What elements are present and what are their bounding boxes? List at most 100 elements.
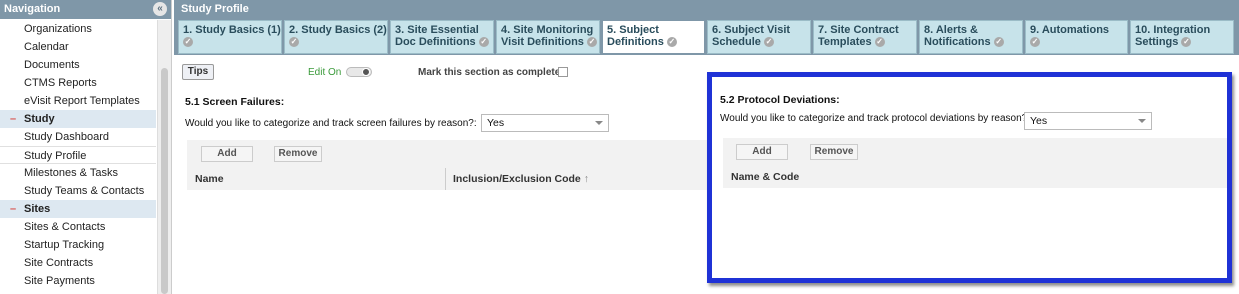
tab-label: 10. Integration [1135,24,1211,36]
screen-failures-remove-button[interactable]: Remove [274,146,322,162]
tab-label-line2: Settings ✓ [1135,36,1229,48]
sidebar-item-milestones-tasks[interactable]: Milestones & Tasks [0,164,156,182]
tab-label-line1: 4. Site Monitoring [501,24,595,36]
tab-label: 3. Site Essential [395,24,479,36]
tab-8[interactable]: 8. Alerts & Notifications ✓ [919,20,1023,54]
screen-failures-add-button[interactable]: Add [201,146,253,162]
tab-label: 4. Site Monitoring [501,24,594,36]
collapse-section-icon[interactable]: – [10,110,24,128]
sidebar-item-site-contracts[interactable]: Site Contracts [0,254,156,272]
tips-button[interactable]: Tips [182,64,214,80]
collapse-section-icon[interactable]: – [10,200,24,218]
collapse-sidebar-icon[interactable]: « [153,2,167,16]
toggle-knob [362,68,370,76]
screen-failures-select-value: Yes [487,117,505,129]
tab-label-line1: 3. Site Essential [395,24,489,36]
tab-label: 1. Study Basics (1) [183,24,281,36]
tab-label-sub: Visit Definitions [501,36,584,48]
sidebar-item-calendar[interactable]: Calendar [0,38,156,56]
tab-label: 5. Subject [607,24,659,36]
checkmark-icon: ✓ [666,37,677,48]
sidebar-section-label: Sites [24,203,51,215]
sidebar-section-label: Study [24,113,55,125]
sidebar-section-sites[interactable]: – Sites [0,200,156,218]
tab-label-sub: Settings [1135,36,1179,48]
tab-label-line2: ✓ [183,36,277,48]
screen-failures-title: 5.1 Screen Failures: [185,96,285,108]
tab-7[interactable]: 7. Site Contract Templates ✓ [813,20,917,54]
tab-label-line2: Doc Definitions ✓ [395,36,489,48]
sidebar-item-sites-contacts[interactable]: Sites & Contacts [0,218,156,236]
highlight-annotation-box [707,72,1232,283]
tab-label: 9. Automations [1030,24,1110,36]
edit-toggle[interactable] [346,67,372,77]
nav-list: Organizations Calendar Documents CTMS Repor… [0,20,156,290]
checkmark-icon: ✓ [1030,37,1040,48]
tab-label-sub: Templates [818,36,872,48]
edit-on-label: Edit On [308,67,342,78]
sort-ascending-icon: ↑ [583,173,589,185]
tab-label-line1: 2. Study Basics (2) [289,24,387,36]
sidebar-item-startup-tracking[interactable]: Startup Tracking [0,236,156,254]
tab-label-line2: Definitions ✓ [607,36,700,48]
tab-label-sub: Definitions [607,36,664,48]
tab-9[interactable]: 9. Automations ✓ [1025,20,1128,54]
column-separator [445,168,446,190]
navigation-sidebar: Navigation « Organizations Calendar Docume… [0,0,172,294]
tab-label-line1: 9. Automations [1030,24,1123,36]
tab-label-line1: 8. Alerts & [924,24,1018,36]
tab-label: 8. Alerts & [924,24,979,36]
sidebar-item-study-profile[interactable]: Study Profile [0,146,156,164]
tab-label-line2: ✓ [289,36,383,48]
scrollbar-thumb[interactable] [161,68,168,294]
main-panel: Study Profile 1. Study Basics (1) ✓ 2. Stu… [174,0,1239,294]
checkmark-icon: ✓ [478,37,489,48]
tab-label-line1: 6. Subject Visit [712,24,806,36]
tab-label-line1: 7. Site Contract [818,24,912,36]
tab-5[interactable]: 5. Subject Definitions ✓ [602,20,705,54]
tab-label-sub: Doc Definitions [395,36,476,48]
tab-bar: 1. Study Basics (1) ✓ 2. Study Basics (2) ✓… [174,19,1239,55]
column-code-label: Inclusion/Exclusion Code [453,173,581,185]
tab-label-line2: Visit Definitions ✓ [501,36,597,48]
tab-6[interactable]: 6. Subject Visit Schedule ✓ [707,20,811,54]
chevron-down-icon [595,121,603,125]
screen-failures-select[interactable]: Yes [481,114,609,132]
tab-label: 7. Site Contract [818,24,899,36]
sidebar-section-study[interactable]: – Study [0,110,156,128]
column-inclusion-exclusion-code[interactable]: Inclusion/Exclusion Code ↑ [453,173,589,185]
sidebar-scrollbar[interactable] [157,20,171,294]
screen-failures-toolbar [187,140,707,168]
sidebar-item-ctms-reports[interactable]: CTMS Reports [0,74,156,92]
sidebar-item-study-teams-contacts[interactable]: Study Teams & Contacts [0,182,156,200]
checkmark-icon: ✓ [874,37,885,48]
tab-10[interactable]: 10. Integration Settings ✓ [1130,20,1234,54]
tab-label: 6. Subject Visit [712,24,791,36]
tab-label-line2: Templates ✓ [818,36,912,48]
checkmark-icon: ✓ [1181,37,1192,48]
tab-2[interactable]: 2. Study Basics (2) ✓ [284,20,388,54]
checkmark-icon: ✓ [993,37,1004,48]
sidebar-item-evisit-report-templates[interactable]: eVisit Report Templates [0,92,156,110]
tab-1[interactable]: 1. Study Basics (1) ✓ [178,20,282,54]
sidebar-header: Navigation « [0,0,171,19]
screen-failures-question: Would you like to categorize and track s… [185,118,477,129]
tab-label-sub: Notifications [924,36,991,48]
mark-complete-checkbox[interactable] [558,67,568,77]
checkmark-icon: ✓ [763,37,774,48]
tab-label-sub: Schedule [712,36,761,48]
checkmark-icon: ✓ [183,37,193,48]
tab-3[interactable]: 3. Site Essential Doc Definitions ✓ [390,20,494,54]
column-name[interactable]: Name [195,173,224,185]
sidebar-item-site-payments[interactable]: Site Payments [0,272,156,290]
tab-label: 2. Study Basics (2) [289,24,387,36]
sidebar-item-organizations[interactable]: Organizations [0,20,156,38]
mark-complete-label: Mark this section as complete: [418,67,564,78]
page-title: Study Profile [174,0,1239,19]
sidebar-item-documents[interactable]: Documents [0,56,156,74]
tab-4[interactable]: 4. Site Monitoring Visit Definitions ✓ [496,20,600,54]
sidebar-item-study-dashboard[interactable]: Study Dashboard [0,128,156,146]
tab-label-line2: ✓ [1030,36,1123,48]
checkmark-icon: ✓ [586,37,597,48]
tab-label-line1: 5. Subject [607,24,700,36]
